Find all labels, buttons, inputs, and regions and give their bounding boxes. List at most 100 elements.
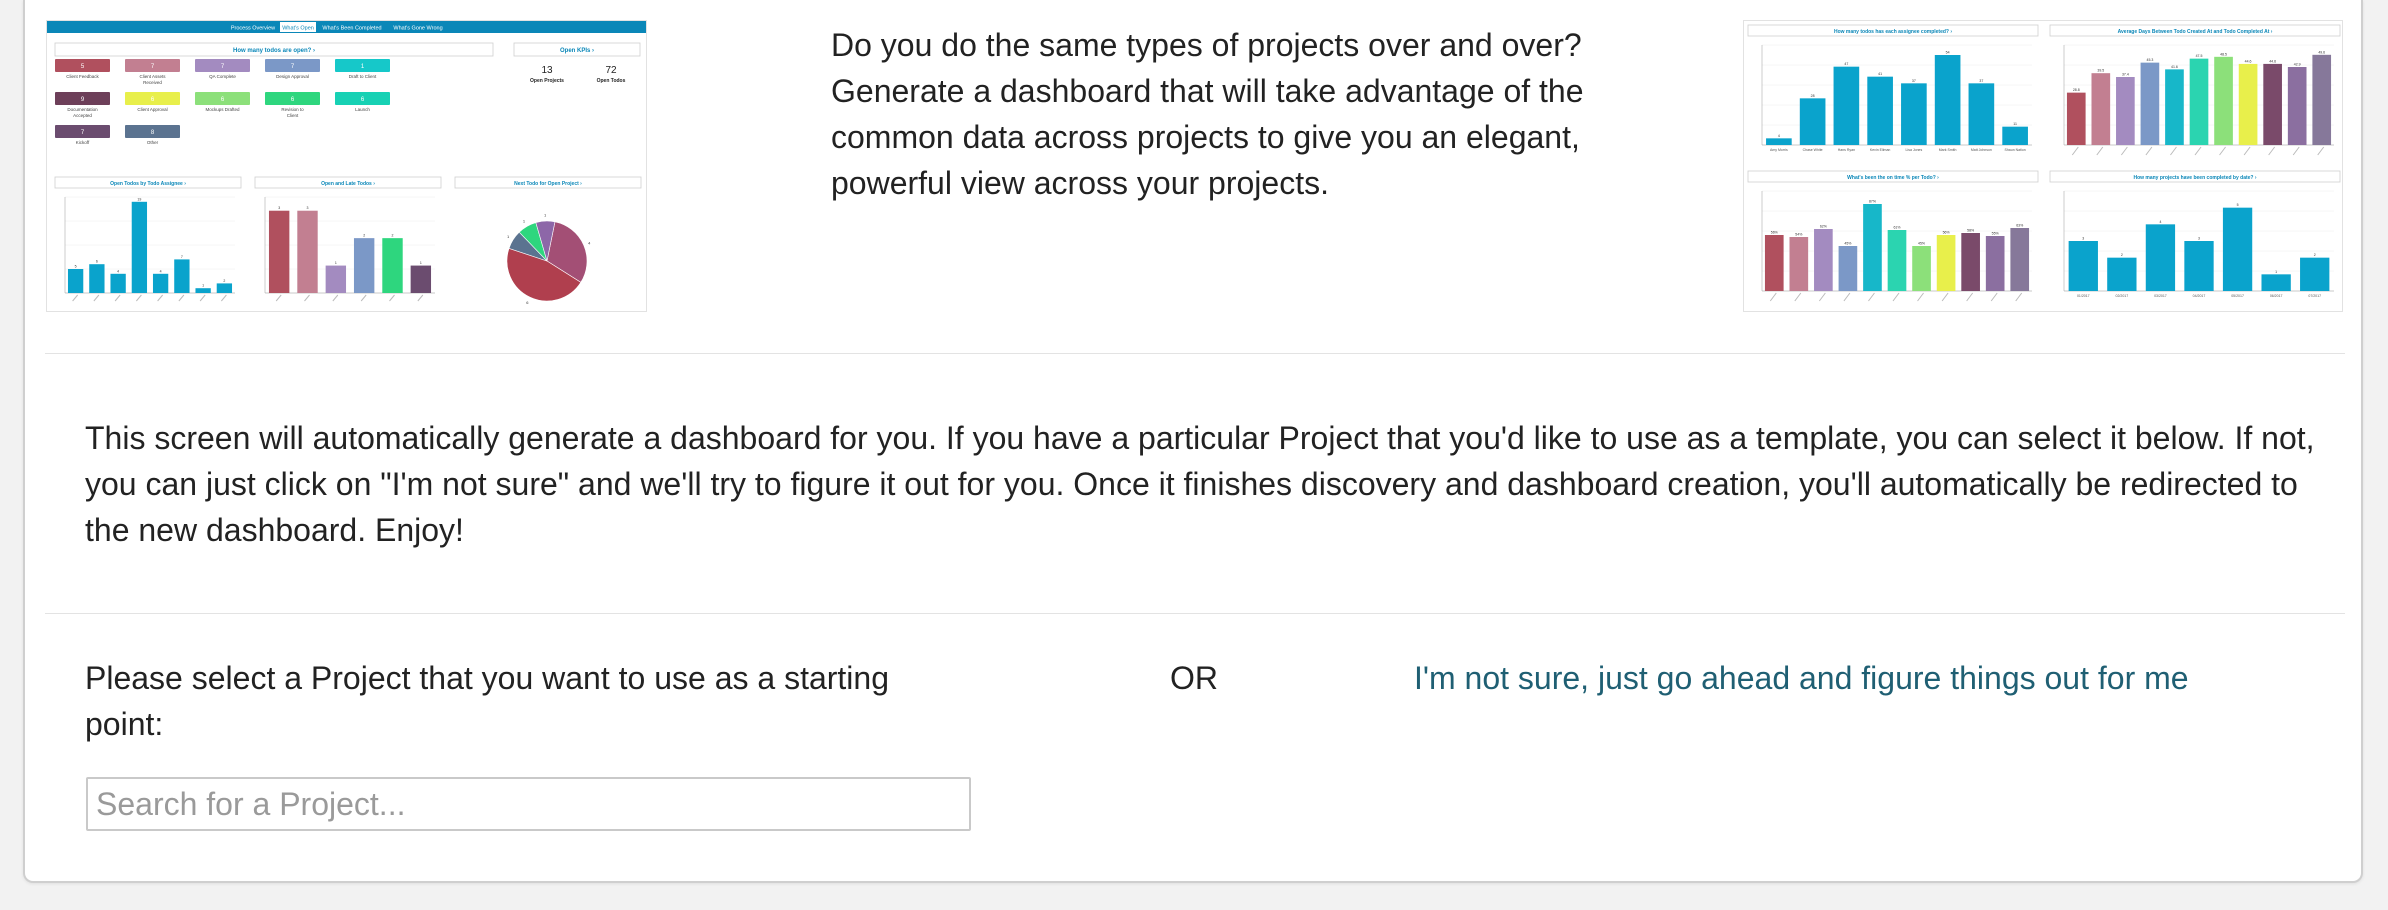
status-box-label: Other (147, 140, 159, 145)
tick-label-stub (1941, 292, 1949, 302)
status-box-label: Accepted (73, 113, 92, 118)
chart-bar (1789, 237, 1809, 291)
tick-label-stub (2268, 146, 2276, 156)
bar-value-label: 54 (1946, 51, 1950, 55)
chart-bar (1863, 204, 1882, 291)
bar-value-label: 87% (1869, 200, 1876, 204)
chart-bar (1936, 235, 1956, 291)
kpi-open-projects-value: 13 (541, 65, 553, 76)
tick-label-stub (2015, 292, 2023, 302)
bar-value-label: 3 (278, 206, 280, 210)
chart-bar (1968, 83, 1995, 145)
bar-value-label: 42.9 (2294, 63, 2301, 67)
tick-label-stub (2145, 146, 2153, 156)
chart-title: Average Days Between Todo Created At and… (2118, 29, 2273, 35)
chart-bar (2300, 257, 2330, 291)
divider-top (45, 353, 2345, 354)
bar-value-label: 56% (1771, 231, 1778, 235)
status-box-label: Revision to (281, 107, 304, 112)
status-box-label: Kickoff (76, 140, 90, 145)
category-label: Lisa Jones (1906, 148, 1923, 152)
kpi-open-projects-label: Open Projects (530, 78, 564, 84)
dashboard-preview-right: How many todos has each assignee complet… (1743, 20, 2343, 312)
status-box-label: Draft to Client (349, 74, 377, 79)
divider-bottom (45, 613, 2345, 614)
bar-value-label: 7 (181, 255, 183, 259)
bar-value-label: 5 (75, 265, 77, 269)
chart-bar (2116, 77, 2135, 145)
category-label: 01/2017 (2077, 294, 2090, 298)
bar-value-label: 28 (1811, 94, 1815, 98)
bar-value-label: 5 (2237, 203, 2239, 207)
chart-title: Next Todo for Open Project › (514, 181, 582, 187)
bar-value-label: 39.5 (2097, 69, 2104, 73)
project-search-input[interactable] (86, 777, 971, 831)
pie-slice-label: 1 (507, 234, 510, 239)
preview-tab: Process Overview (231, 26, 275, 32)
tick-label-stub (1917, 292, 1924, 302)
status-box-label: Design Approval (276, 74, 309, 79)
status-box-label: Client Approval (137, 107, 167, 112)
chart-bar (110, 273, 126, 293)
tick-label-stub (93, 294, 100, 302)
chart-title: Open Todos by Todo Assignee › (110, 181, 186, 187)
tick-label-stub (1892, 292, 1900, 302)
tick-label-stub (157, 294, 164, 302)
status-box-label: Mockups Drafted (205, 107, 240, 112)
chart-bar (1934, 55, 1961, 145)
chart-bar (1814, 229, 1833, 291)
chart-bar (1901, 83, 1927, 145)
chart-bar (174, 259, 190, 293)
chart-bar (1838, 246, 1858, 291)
kpi-open-todos-label: Open Todos (597, 78, 626, 84)
bar-value-label: 2 (2121, 253, 2123, 257)
tick-label-stub (72, 294, 79, 302)
chart-bar (297, 210, 318, 293)
tick-label-stub (2243, 146, 2251, 156)
bar-value-label: 61% (1893, 226, 1900, 230)
bar-value-label: 45% (1918, 242, 1925, 246)
category-label: 04/2017 (2193, 294, 2206, 298)
status-box-label: Documentation (67, 107, 98, 112)
chart-title: Open and Late Todos › (321, 181, 375, 187)
tick-label-stub (114, 294, 121, 302)
tick-label-stub (2317, 146, 2325, 156)
chart-bar (2066, 92, 2086, 145)
chart-bar (1985, 236, 2005, 291)
description-text: This screen will automatically generate … (85, 420, 2315, 548)
status-box-label: Client Feedback (66, 74, 99, 79)
not-sure-link[interactable]: I'm not sure, just go ahead and figure t… (1414, 655, 2189, 701)
tick-label-stub (1769, 292, 1777, 302)
chart-bar (67, 269, 84, 293)
chart-bar (2263, 63, 2282, 146)
tick-label-stub (2170, 146, 2177, 156)
chart-bar (2238, 63, 2258, 146)
chart-bar (152, 273, 169, 293)
pie-slice-label: 6 (526, 300, 529, 305)
chart-bar (2261, 274, 2291, 291)
category-label: Chase White (1803, 148, 1823, 152)
tick-label-stub (332, 294, 339, 302)
bar-value-label: 45% (1844, 242, 1851, 246)
bar-value-label: 54% (1795, 233, 1802, 237)
tick-label-stub (2219, 146, 2226, 156)
bar-value-label: 4 (2159, 220, 2161, 224)
tick-label-stub (360, 294, 367, 302)
chart-bar (195, 288, 211, 293)
chart-bar (353, 238, 375, 293)
category-label: Shaun Nation (2005, 148, 2026, 152)
chart-bar (2010, 228, 2030, 291)
chart-bar (1766, 138, 1792, 145)
category-label: 07/2017 (2308, 294, 2321, 298)
bar-value-label: 19 (137, 197, 141, 201)
status-box-label: Client Assets (139, 74, 166, 79)
bar-value-label: 47.5 (2196, 54, 2203, 58)
chart-bar (2184, 241, 2214, 291)
tick-label-stub (275, 294, 282, 302)
intro-text: Do you do the same types of projects ove… (831, 27, 1584, 201)
chart-bar (2107, 257, 2137, 291)
bar-value-label: 37.4 (2122, 73, 2129, 77)
status-box-label: Client (287, 113, 299, 118)
bar-value-label: 1 (2275, 270, 2277, 274)
chart-title: What's been the on time % per Todo? › (1847, 175, 1939, 181)
